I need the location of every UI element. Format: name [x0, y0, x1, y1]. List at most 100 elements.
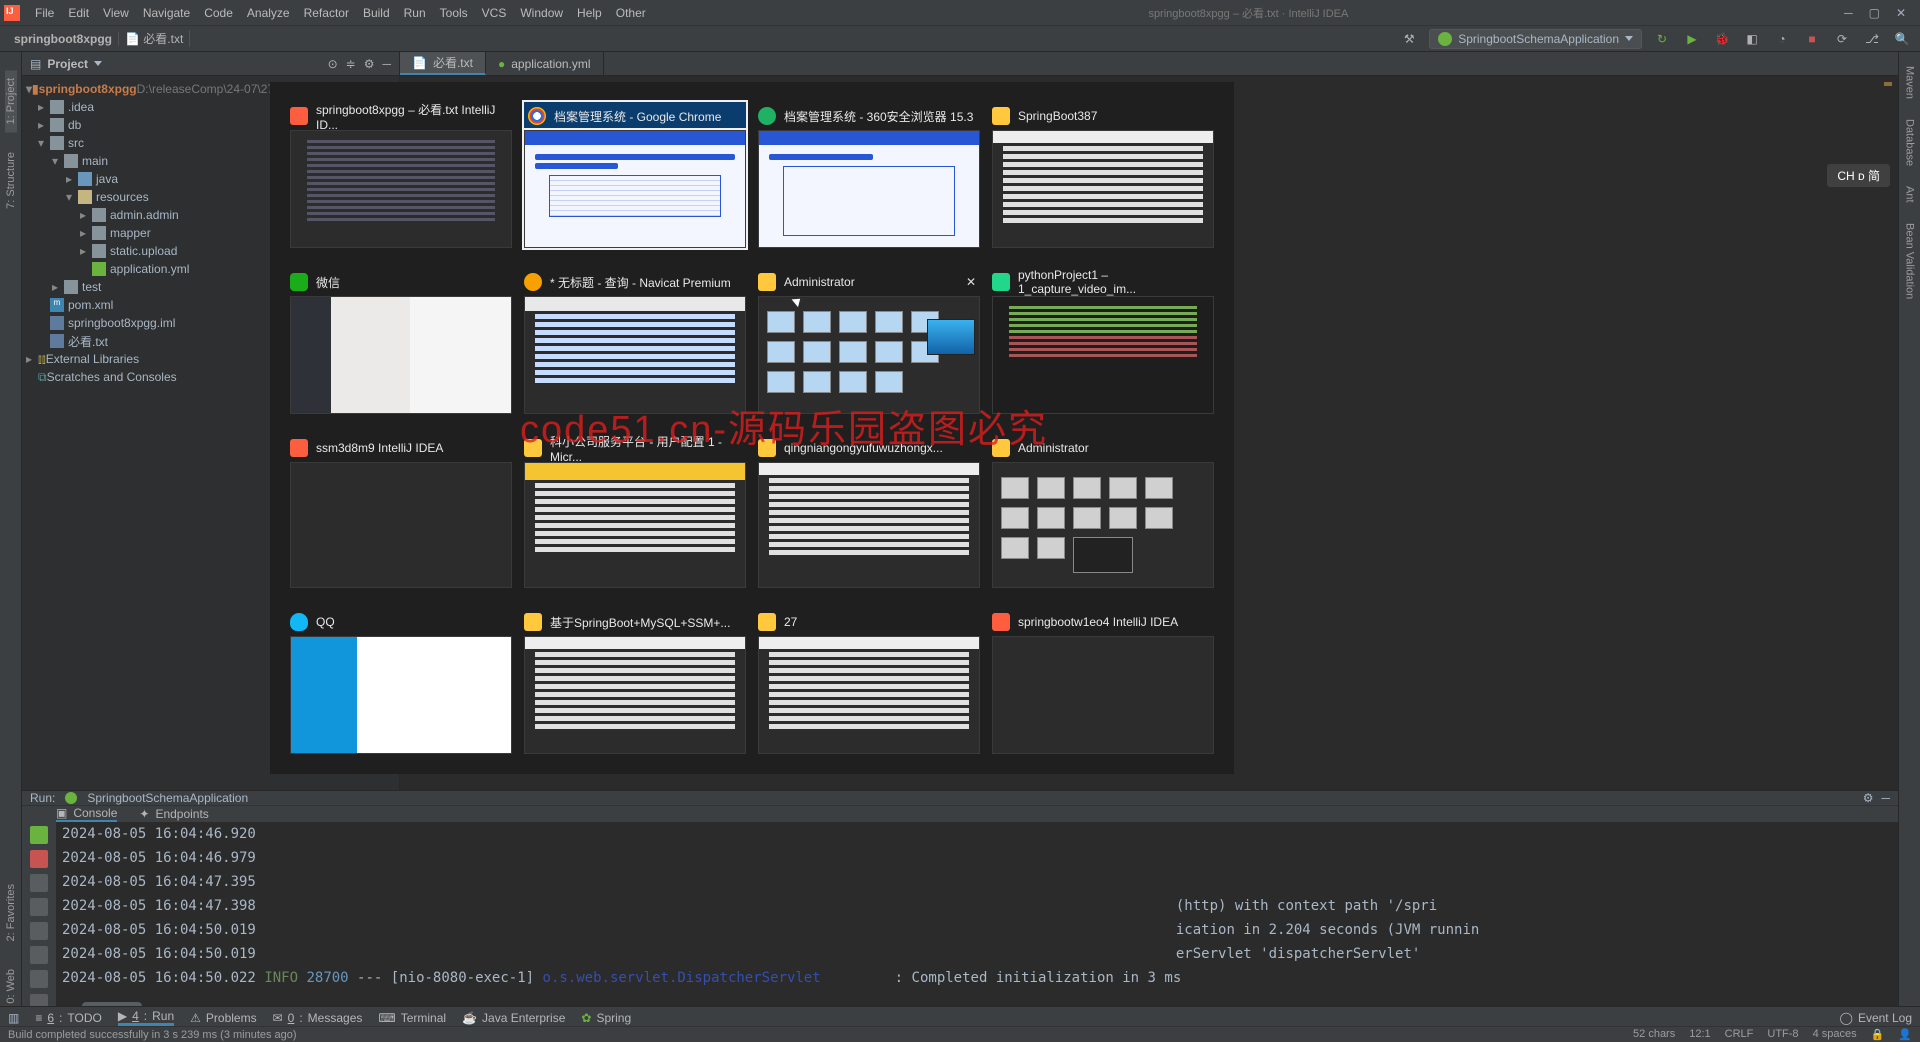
menu-other[interactable]: Other — [609, 6, 653, 20]
target-icon[interactable]: ⊙ — [328, 57, 338, 71]
tb-todo[interactable]: ≡ 6: TODO — [35, 1011, 102, 1025]
menu-navigate[interactable]: Navigate — [136, 6, 197, 20]
status-indent[interactable]: 4 spaces — [1813, 1028, 1857, 1041]
alt-tab-title: * 无标题 - 查询 - Navicat Premium — [550, 274, 731, 291]
rerun-button[interactable] — [30, 826, 48, 844]
alt-tab-card[interactable]: 微信 ✕ — [290, 268, 512, 414]
rerun-icon[interactable]: ↻ — [1652, 29, 1672, 49]
panel-title[interactable]: Project — [47, 57, 88, 71]
maximize-icon[interactable]: ▢ — [1869, 6, 1880, 20]
alt-tab-title: springbootw1eo4 IntelliJ IDEA — [1018, 615, 1178, 629]
menu-vcs[interactable]: VCS — [475, 6, 514, 20]
tb-messages[interactable]: ✉ 0: Messages — [273, 1011, 363, 1025]
menu-build[interactable]: Build — [356, 6, 397, 20]
console-output[interactable]: 2024-08-05 16:04:46.920 2024-08-05 16:04… — [56, 822, 1898, 1012]
status-caret[interactable]: 12:1 — [1689, 1028, 1710, 1041]
right-tab-database[interactable]: Database — [1904, 113, 1916, 172]
alt-tab-card[interactable]: QQ ✕ — [290, 608, 512, 754]
chevron-down-icon[interactable] — [94, 61, 102, 66]
menu-code[interactable]: Code — [197, 6, 240, 20]
alt-tab-card[interactable]: SpringBoot387 ✕ — [992, 102, 1214, 248]
alt-tab-card[interactable]: ssm3d8m9 IntelliJ IDEA ✕ — [290, 434, 512, 588]
close-icon[interactable]: ✕ — [962, 273, 980, 291]
editor-tab-2[interactable]: ● application.yml — [486, 52, 604, 75]
menu-edit[interactable]: Edit — [61, 6, 96, 20]
alt-tab-title: pythonProject1 – 1_capture_video_im... — [1018, 268, 1214, 296]
search-icon[interactable]: 🔍 — [1892, 29, 1912, 49]
status-chars[interactable]: 52 chars — [1633, 1028, 1675, 1041]
status-line-ending[interactable]: CRLF — [1725, 1028, 1754, 1041]
alt-tab-card[interactable]: 27 ✕ — [758, 608, 980, 754]
menu-refactor[interactable]: Refactor — [297, 6, 356, 20]
breadcrumb-project[interactable]: springboot8xpgg — [8, 32, 119, 46]
tool-window-quick-access[interactable]: ▥ — [8, 1011, 19, 1025]
close-icon[interactable]: ✕ — [1896, 6, 1906, 20]
hammer-icon[interactable]: ⚒ — [1399, 29, 1419, 49]
alt-tab-card[interactable]: qingniangongyufuwuzhongx... ✕ — [758, 434, 980, 588]
ij-icon — [290, 439, 308, 457]
layout-button[interactable] — [30, 946, 48, 964]
editor-tab-1[interactable]: 📄 必看.txt — [400, 52, 486, 75]
left-tab-structure[interactable]: 7: Structure — [5, 144, 17, 217]
folder-icon — [758, 613, 776, 631]
tb-spring[interactable]: ✿ Spring — [581, 1011, 631, 1025]
alt-tab-card[interactable]: 档案管理系统 - 360安全浏览器 15.3 ✕ — [758, 102, 980, 248]
window-title: springboot8xpgg – 必看.txt · IntelliJ IDEA — [653, 5, 1844, 21]
hide-icon[interactable]: ─ — [382, 57, 391, 71]
profile-icon[interactable]: ◔ — [1772, 29, 1792, 49]
minimize-icon[interactable]: ─ — [1844, 6, 1853, 20]
run-config-select[interactable]: SpringbootSchemaApplication — [1429, 29, 1642, 49]
left-tab-favorites[interactable]: 2: Favorites — [5, 876, 17, 949]
alt-tab-card[interactable]: 档案管理系统 - Google Chrome ✕ — [524, 102, 746, 248]
menu-analyze[interactable]: Analyze — [240, 6, 297, 20]
alt-tab-card[interactable]: 科小公司服务平台 - 用户配置 1 - Micr... ✕ — [524, 434, 746, 588]
tb-problems[interactable]: ⚠ Problems — [190, 1011, 256, 1025]
menu-view[interactable]: View — [96, 6, 136, 20]
menu-window[interactable]: Window — [513, 6, 570, 20]
left-tab-web[interactable]: 0: Web — [5, 961, 17, 1012]
event-log-button[interactable]: ◯ Event Log — [1840, 1011, 1912, 1025]
menu-file[interactable]: File — [28, 6, 61, 20]
menu-tools[interactable]: Tools — [433, 6, 475, 20]
menu-help[interactable]: Help — [570, 6, 609, 20]
run-tab-endpoints[interactable]: ✦ Endpoints — [139, 807, 208, 821]
warning-stripe[interactable] — [1884, 82, 1892, 86]
gear-icon[interactable]: ⚙ — [364, 57, 375, 71]
alt-tab-card[interactable]: pythonProject1 – 1_capture_video_im... ✕ — [992, 268, 1214, 414]
tb-run[interactable]: ▶ 4: Run — [118, 1009, 174, 1026]
tb-terminal[interactable]: ⌨ Terminal — [378, 1011, 446, 1025]
coverage-icon[interactable]: ◧ — [1742, 29, 1762, 49]
right-tab-bean-validation[interactable]: Bean Validation — [1904, 217, 1916, 305]
debug-icon[interactable]: 🐞 — [1712, 29, 1732, 49]
run-tab-console[interactable]: ▣ Console — [56, 806, 117, 822]
gear-icon[interactable]: ⚙ — [1863, 791, 1874, 805]
update-icon[interactable]: ⟳ — [1832, 29, 1852, 49]
dump-button[interactable] — [30, 898, 48, 916]
git-icon[interactable]: ⎇ — [1862, 29, 1882, 49]
alt-tab-card[interactable]: Administrator ✕ — [992, 434, 1214, 588]
exit-button[interactable] — [30, 922, 48, 940]
stop-button[interactable] — [30, 850, 48, 868]
status-message: Build completed successfully in 3 s 239 … — [8, 1029, 297, 1041]
menu-run[interactable]: Run — [397, 6, 433, 20]
stop-icon[interactable]: ■ — [1802, 29, 1822, 49]
right-tab-ant[interactable]: Ant — [1904, 180, 1916, 209]
left-tab-project[interactable]: 1: Project — [5, 70, 17, 132]
alt-tab-card[interactable]: Administrator ✕ — [758, 268, 980, 414]
lock-icon[interactable]: 🔒 — [1871, 1028, 1885, 1041]
inspections-icon[interactable]: 👤 — [1898, 1028, 1912, 1041]
alt-tab-card[interactable]: * 无标题 - 查询 - Navicat Premium ✕ — [524, 268, 746, 414]
run-tool-window: Run: SpringbootSchemaApplication ⚙ ─ ▣ C… — [22, 790, 1898, 1012]
right-tab-maven[interactable]: Maven — [1904, 60, 1916, 105]
expand-icon[interactable]: ≑ — [346, 57, 356, 71]
status-encoding[interactable]: UTF-8 — [1767, 1028, 1798, 1041]
hide-icon[interactable]: ─ — [1881, 791, 1890, 805]
alt-tab-card[interactable]: springboot8xpgg – 必看.txt IntelliJ ID... … — [290, 102, 512, 248]
run-icon[interactable]: ▶ — [1682, 29, 1702, 49]
tb-java-enterprise[interactable]: ☕ Java Enterprise — [462, 1011, 565, 1025]
alt-tab-card[interactable]: springbootw1eo4 IntelliJ IDEA ✕ — [992, 608, 1214, 754]
pin-button[interactable] — [30, 970, 48, 988]
breadcrumb-file[interactable]: 📄 必看.txt — [119, 30, 190, 47]
alt-tab-card[interactable]: 基于SpringBoot+MySQL+SSM+... ✕ — [524, 608, 746, 754]
restart-button[interactable] — [30, 874, 48, 892]
